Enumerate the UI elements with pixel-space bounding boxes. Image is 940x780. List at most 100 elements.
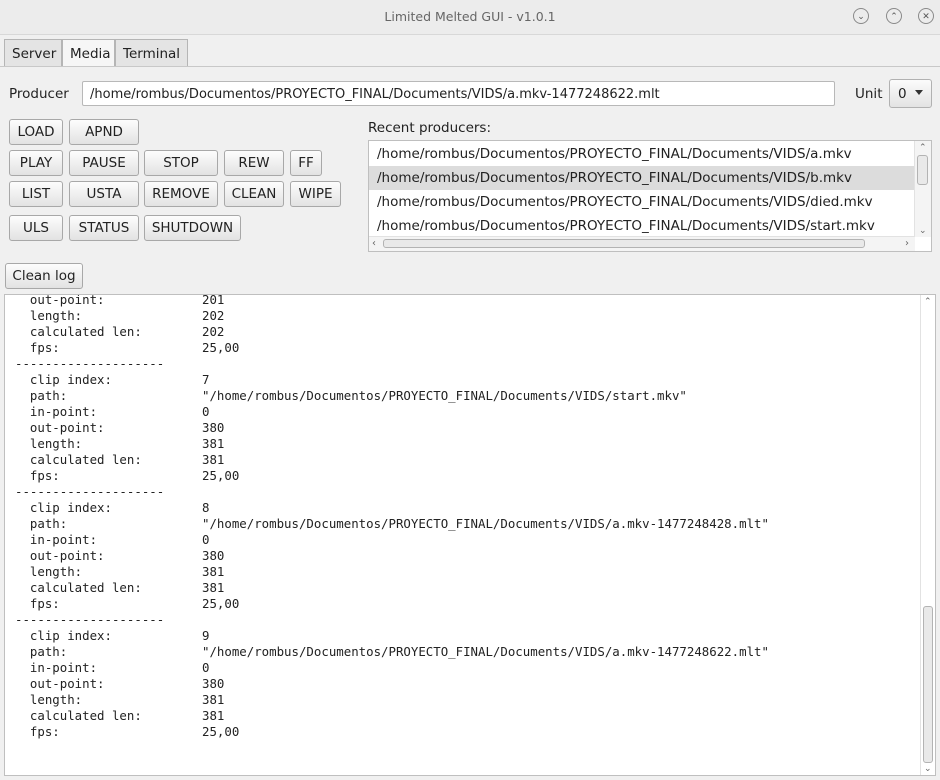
log-value: 381 [202,692,225,707]
log-value: 381 [202,580,225,595]
unit-value: 0 [898,86,907,102]
clean-button[interactable]: CLEAN [224,181,284,207]
log-key: path: [15,388,68,403]
log-separator: -------------------- [15,356,165,371]
log-key: out-point: [15,294,105,307]
unit-select[interactable]: 0 [889,79,932,108]
log-value: 381 [202,564,225,579]
tab-terminal[interactable]: Terminal [115,39,188,66]
log-line: length: 381 [15,564,224,580]
log-value: 380 [202,676,225,691]
log-line: calculated len: 381 [15,452,224,468]
log-line: clip index: 7 [15,372,210,388]
log-key: clip index: [15,628,112,643]
log-key: fps: [15,340,60,355]
log-scroll-thumb[interactable] [923,606,933,763]
title-bar: Limited Melted GUI - v1.0.1 ⌄ ⌃ ✕ [0,0,940,35]
log-value: 7 [202,372,210,387]
log-line: out-point: 380 [15,420,224,436]
remove-button[interactable]: REMOVE [144,181,218,207]
log-value: 0 [202,532,210,547]
scroll-thumb[interactable] [917,155,928,185]
scroll-left-icon[interactable]: ‹ [372,239,376,249]
recent-producers-label: Recent producers: [368,120,492,136]
list-vertical-scrollbar[interactable]: ⌃ ⌄ [914,141,931,237]
recent-producers-list: /home/rombus/Documentos/PROYECTO_FINAL/D… [368,140,932,252]
tab-divider [0,66,940,67]
load-button[interactable]: LOAD [9,119,63,145]
log-line: out-point: 380 [15,548,224,564]
producer-input[interactable]: /home/rombus/Documentos/PROYECTO_FINAL/D… [82,81,835,106]
chevron-down-icon [915,90,923,95]
list-item[interactable]: /home/rombus/Documentos/PROYECTO_FINAL/D… [369,214,923,238]
log-line: length: 381 [15,692,224,708]
log-key: calculated len: [15,708,142,723]
log-line: in-point: 0 [15,532,210,548]
log-key: length: [15,308,83,323]
log-key: in-point: [15,532,98,547]
log-line: in-point: 0 [15,660,210,676]
log-key: fps: [15,596,60,611]
log-value: 8 [202,500,210,515]
log-value: "/home/rombus/Documentos/PROYECTO_FINAL/… [202,516,769,531]
log-line: length: 381 [15,436,224,452]
scroll-thumb-horizontal[interactable] [383,239,865,248]
list-horizontal-scrollbar[interactable]: ‹ › [369,236,915,251]
maximize-icon[interactable]: ⌃ [886,8,902,24]
log-line: out-point: 380 [15,676,224,692]
scroll-down-icon[interactable]: ⌄ [924,765,932,774]
apnd-button[interactable]: APND [69,119,139,145]
producer-label: Producer [9,86,69,102]
log-line: out-point: 201 [15,294,224,308]
log-key: length: [15,436,83,451]
wipe-button[interactable]: WIPE [290,181,341,207]
scroll-down-icon[interactable]: ⌄ [919,227,927,236]
log-value: 381 [202,708,225,723]
log-value: 25,00 [202,468,240,483]
shutdown-button[interactable]: SHUTDOWN [144,215,241,241]
uls-button[interactable]: ULS [9,215,63,241]
log-value: 201 [202,294,225,307]
log-key: path: [15,644,68,659]
log-key: fps: [15,468,60,483]
usta-button[interactable]: USTA [69,181,139,207]
log-output[interactable]: out-point: 201 length: 202 calculated len:… [4,294,936,776]
log-line: length: 202 [15,308,224,324]
close-icon[interactable]: ✕ [918,8,934,24]
tab-media[interactable]: Media [62,39,115,67]
log-key: in-point: [15,660,98,675]
log-key: in-point: [15,404,98,419]
log-separator: -------------------- [15,612,165,627]
log-key: calculated len: [15,580,142,595]
log-key: out-point: [15,420,105,435]
unit-label: Unit [855,86,883,102]
list-item[interactable]: /home/rombus/Documentos/PROYECTO_FINAL/D… [369,190,923,214]
log-line: fps: 25,00 [15,724,239,740]
log-key: length: [15,564,83,579]
status-button[interactable]: STATUS [69,215,139,241]
ff-button[interactable]: FF [290,150,322,176]
rew-button[interactable]: REW [224,150,284,176]
log-value: 202 [202,308,225,323]
log-value: 380 [202,420,225,435]
play-button[interactable]: PLAY [9,150,63,176]
scroll-up-icon[interactable]: ⌃ [919,144,927,153]
scroll-up-icon[interactable]: ⌃ [924,298,932,307]
list-item-selected[interactable]: /home/rombus/Documentos/PROYECTO_FINAL/D… [369,166,923,190]
log-value: 25,00 [202,340,240,355]
log-key: out-point: [15,548,105,563]
list-item[interactable]: /home/rombus/Documentos/PROYECTO_FINAL/D… [369,142,923,166]
stop-button[interactable]: STOP [144,150,218,176]
list-button[interactable]: LIST [9,181,63,207]
pause-button[interactable]: PAUSE [69,150,139,176]
log-value: 381 [202,452,225,467]
scroll-right-icon[interactable]: › [905,239,909,249]
minimize-icon[interactable]: ⌄ [853,8,869,24]
log-vertical-scrollbar[interactable]: ⌃ ⌄ [920,295,935,775]
log-value: "/home/rombus/Documentos/PROYECTO_FINAL/… [202,644,769,659]
log-line: calculated len: 381 [15,708,224,724]
log-value: 9 [202,628,210,643]
log-value: 381 [202,436,225,451]
tab-server[interactable]: Server [4,39,62,66]
clean-log-button[interactable]: Clean log [5,263,83,289]
